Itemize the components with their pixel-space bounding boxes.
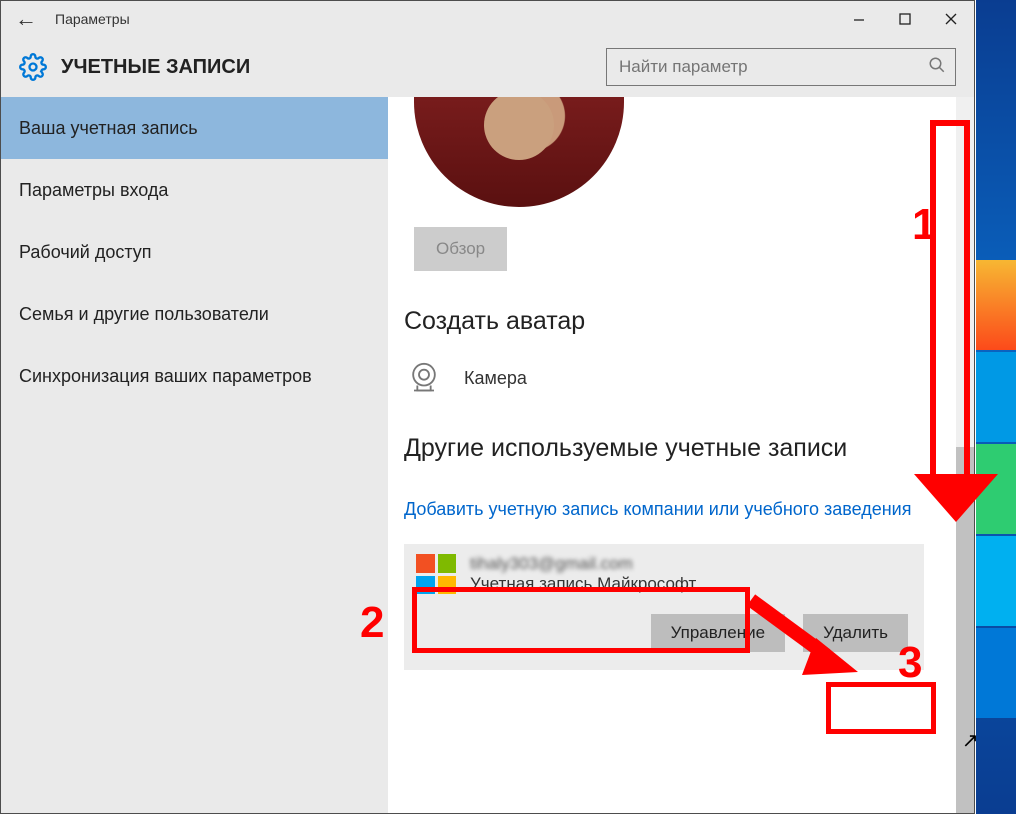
camera-option[interactable]: Камера bbox=[404, 358, 940, 398]
sidebar-item-signin-options[interactable]: Параметры входа bbox=[1, 159, 388, 221]
desktop-tile bbox=[976, 352, 1016, 442]
sidebar: Ваша учетная запись Параметры входа Рабо… bbox=[1, 97, 388, 813]
maximize-button[interactable] bbox=[882, 1, 928, 37]
avatar bbox=[414, 97, 624, 207]
account-row[interactable]: tihaly303@gmail.com Учетная запись Майкр… bbox=[404, 544, 924, 604]
window-title: Параметры bbox=[51, 11, 836, 27]
sidebar-item-label: Синхронизация ваших параметров bbox=[19, 366, 312, 387]
search-input[interactable] bbox=[607, 57, 919, 77]
other-accounts-heading: Другие используемые учетные записи bbox=[404, 434, 940, 463]
sidebar-item-your-account[interactable]: Ваша учетная запись bbox=[1, 97, 388, 159]
search-icon bbox=[919, 56, 955, 79]
sidebar-item-sync[interactable]: Синхронизация ваших параметров bbox=[1, 345, 388, 407]
titlebar: ← Параметры bbox=[1, 1, 974, 37]
cursor-icon: ↖ bbox=[962, 728, 979, 753]
header: УЧЕТНЫЕ ЗАПИСИ bbox=[1, 37, 974, 97]
add-work-school-account-link[interactable]: Добавить учетную запись компании или уче… bbox=[404, 499, 911, 520]
sidebar-item-label: Рабочий доступ bbox=[19, 242, 152, 263]
scrollbar-thumb[interactable] bbox=[956, 447, 974, 813]
desktop-tile bbox=[976, 444, 1016, 534]
minimize-button[interactable] bbox=[836, 1, 882, 37]
sidebar-item-family[interactable]: Семья и другие пользователи bbox=[1, 283, 388, 345]
desktop-tile bbox=[976, 260, 1016, 350]
search-field[interactable] bbox=[606, 48, 956, 86]
camera-icon bbox=[404, 358, 444, 398]
desktop-tile bbox=[976, 628, 1016, 718]
create-avatar-heading: Создать аватар bbox=[404, 307, 940, 336]
desktop-background-strip bbox=[976, 0, 1016, 814]
account-email: tihaly303@gmail.com bbox=[470, 554, 696, 574]
account-type-label: Учетная запись Майкрософт bbox=[470, 574, 696, 594]
microsoft-logo-icon bbox=[416, 554, 456, 594]
manage-button[interactable]: Управление bbox=[651, 614, 786, 652]
desktop-tile bbox=[976, 536, 1016, 626]
sidebar-item-label: Семья и другие пользователи bbox=[19, 304, 269, 325]
gear-icon bbox=[19, 53, 47, 81]
content-pane: Обзор Создать аватар Камера Другие испол… bbox=[388, 97, 974, 813]
sidebar-item-label: Параметры входа bbox=[19, 180, 168, 201]
close-button[interactable] bbox=[928, 1, 974, 37]
delete-button[interactable]: Удалить bbox=[803, 614, 908, 652]
page-title: УЧЕТНЫЕ ЗАПИСИ bbox=[61, 56, 606, 79]
browse-button[interactable]: Обзор bbox=[414, 227, 507, 271]
camera-label: Камера bbox=[464, 368, 527, 389]
sidebar-item-work-access[interactable]: Рабочий доступ bbox=[1, 221, 388, 283]
sidebar-item-label: Ваша учетная запись bbox=[19, 118, 198, 139]
settings-window: ← Параметры УЧЕТНЫЕ ЗАПИСИ Ваша учетная … bbox=[0, 0, 975, 814]
account-block: tihaly303@gmail.com Учетная запись Майкр… bbox=[404, 544, 924, 670]
back-button[interactable]: ← bbox=[1, 6, 51, 32]
